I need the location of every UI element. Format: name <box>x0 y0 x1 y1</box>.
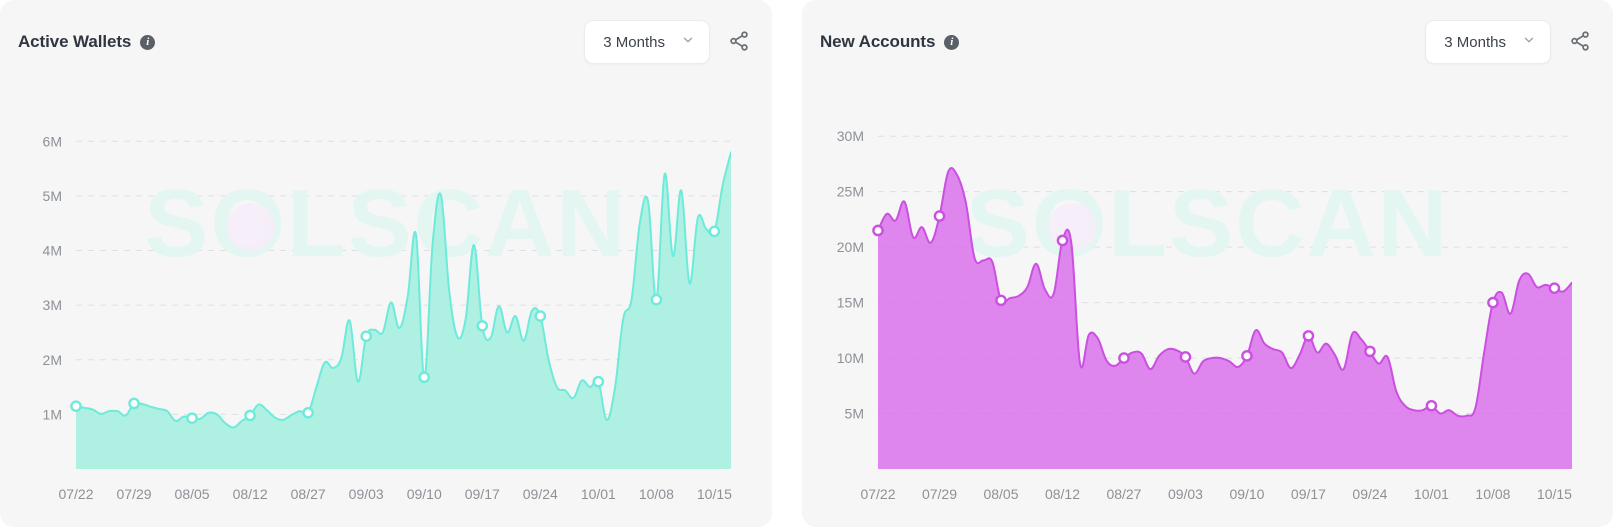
panel-header: Active Wallets i 3 Months <box>0 0 772 84</box>
x-axis-tick-label: 09/17 <box>1291 486 1326 502</box>
data-point-marker[interactable] <box>534 310 547 322</box>
info-icon[interactable]: i <box>944 34 960 50</box>
y-axis-tick-label: 25M <box>837 184 864 200</box>
x-axis-tick-label: 10/01 <box>581 486 616 502</box>
page-title: New Accounts <box>820 32 936 51</box>
panel-title-group: Active Wallets i <box>18 32 156 52</box>
data-point-marker[interactable] <box>1179 351 1192 363</box>
chevron-down-icon <box>681 33 695 52</box>
data-point-marker[interactable] <box>1364 345 1376 358</box>
y-axis-tick-label: 5M <box>845 406 864 422</box>
data-point-marker[interactable] <box>128 397 140 410</box>
chart-area-new-accounts[interactable]: 5M 10M 15M 20M 25M 30M SOLSCAN 07/22 07/29 08/05 0… <box>802 84 1613 527</box>
data-point-marker[interactable] <box>186 412 198 425</box>
data-point-marker[interactable] <box>418 371 431 384</box>
x-axis-tick-label: 09/10 <box>407 486 442 502</box>
panel-title-group: New Accounts i <box>820 32 960 52</box>
y-axis-tick-label: 10M <box>837 350 864 366</box>
x-axis-tick-label: 08/27 <box>291 486 326 502</box>
data-point-marker[interactable] <box>360 330 372 343</box>
x-axis-tick-label: 10/08 <box>1475 486 1510 502</box>
y-axis-tick-label: 1M <box>43 406 62 422</box>
x-axis-tick-label: 08/27 <box>1106 486 1141 502</box>
range-select-label: 3 Months <box>603 33 665 51</box>
x-axis-tick-label: 10/15 <box>697 486 732 502</box>
share-button[interactable] <box>724 27 754 57</box>
x-axis-tick-label: 10/15 <box>1537 486 1572 502</box>
info-icon[interactable]: i <box>140 34 156 50</box>
range-select-new-accounts[interactable]: 3 Months <box>1425 20 1551 64</box>
data-point-marker[interactable] <box>708 225 721 238</box>
data-point-marker[interactable] <box>1056 234 1069 247</box>
data-point-marker[interactable] <box>244 409 256 422</box>
data-point-marker[interactable] <box>1425 399 1438 412</box>
x-axis-tick-label: 07/29 <box>922 486 957 502</box>
x-axis-tick-label: 09/24 <box>523 486 558 502</box>
y-axis-tick-label: 15M <box>837 295 864 311</box>
data-point-marker[interactable] <box>1118 352 1130 364</box>
y-axis-tick-label: 5M <box>43 188 62 204</box>
x-axis-tick-label: 09/10 <box>1229 486 1264 502</box>
data-point-marker[interactable] <box>933 210 946 222</box>
data-point-marker[interactable] <box>872 224 884 237</box>
panel-active-wallets: Active Wallets i 3 Months 1M 2M 3M 4M 5M… <box>0 0 772 527</box>
x-axis-tick-label: 09/17 <box>465 486 500 502</box>
x-axis-tick-label: 09/03 <box>1168 486 1203 502</box>
data-point-marker[interactable] <box>1241 350 1253 362</box>
svg-text:SOLSCAN: SOLSCAN <box>144 170 627 277</box>
x-axis-tick-label: 07/22 <box>860 486 895 502</box>
range-select-active-wallets[interactable]: 3 Months <box>584 20 710 64</box>
watermark: SOLSCAN <box>144 170 627 277</box>
share-icon <box>1569 30 1591 55</box>
y-axis-tick-label: 30M <box>837 128 864 144</box>
y-axis-tick-label: 6M <box>43 133 62 149</box>
area-chart-active-wallets[interactable]: 1M 2M 3M 4M 5M 6M SOLSCAN 07/22 07/29 08/05 08/12 0… <box>0 84 772 527</box>
x-axis-tick-label: 09/03 <box>349 486 384 502</box>
y-axis-tick-label: 2M <box>43 352 62 368</box>
chart-area-active-wallets[interactable]: 1M 2M 3M 4M 5M 6M SOLSCAN 07/22 07/29 08/05 08/12 0… <box>0 84 772 527</box>
range-select-label: 3 Months <box>1444 33 1506 51</box>
data-point-marker[interactable] <box>70 400 82 412</box>
data-point-marker[interactable] <box>1302 330 1315 342</box>
x-axis-tick-label: 08/12 <box>1045 486 1080 502</box>
y-axis-tick-label: 4M <box>43 243 62 259</box>
area-chart-new-accounts[interactable]: 5M 10M 15M 20M 25M 30M SOLSCAN 07/22 07/29 08/05 0… <box>802 84 1613 527</box>
svg-text:SOLSCAN: SOLSCAN <box>966 170 1449 277</box>
data-point-marker[interactable] <box>1548 282 1561 294</box>
x-axis-tick-label: 07/22 <box>58 486 93 502</box>
panel-new-accounts: New Accounts i 3 Months 5M 10M 15M 20M 2… <box>802 0 1613 527</box>
panel-header-actions: 3 Months <box>1425 20 1595 64</box>
share-button[interactable] <box>1565 27 1595 57</box>
charts-dashboard: Active Wallets i 3 Months 1M 2M 3M 4M 5M… <box>0 0 1613 527</box>
panel-header: New Accounts i 3 Months <box>802 0 1613 84</box>
data-point-marker[interactable] <box>650 293 663 306</box>
data-point-marker[interactable] <box>302 406 314 419</box>
x-axis-tick-label: 08/05 <box>175 486 210 502</box>
x-axis-tick-label: 09/24 <box>1352 486 1387 502</box>
data-point-marker[interactable] <box>592 375 605 388</box>
y-axis-tick-label: 20M <box>837 239 864 255</box>
data-point-marker[interactable] <box>995 294 1007 307</box>
watermark: SOLSCAN <box>966 170 1449 277</box>
panel-header-actions: 3 Months <box>584 20 754 64</box>
y-axis-tick-label: 3M <box>43 297 62 313</box>
x-axis-tick-label: 08/05 <box>983 486 1018 502</box>
page-title: Active Wallets <box>18 32 132 51</box>
share-icon <box>728 30 750 55</box>
data-point-marker[interactable] <box>476 320 489 332</box>
x-axis-tick-label: 08/12 <box>233 486 268 502</box>
x-axis-tick-label: 07/29 <box>117 486 152 502</box>
chevron-down-icon <box>1522 33 1536 52</box>
x-axis-tick-label: 10/01 <box>1414 486 1449 502</box>
data-point-marker[interactable] <box>1487 296 1499 309</box>
x-axis-tick-label: 10/08 <box>639 486 674 502</box>
